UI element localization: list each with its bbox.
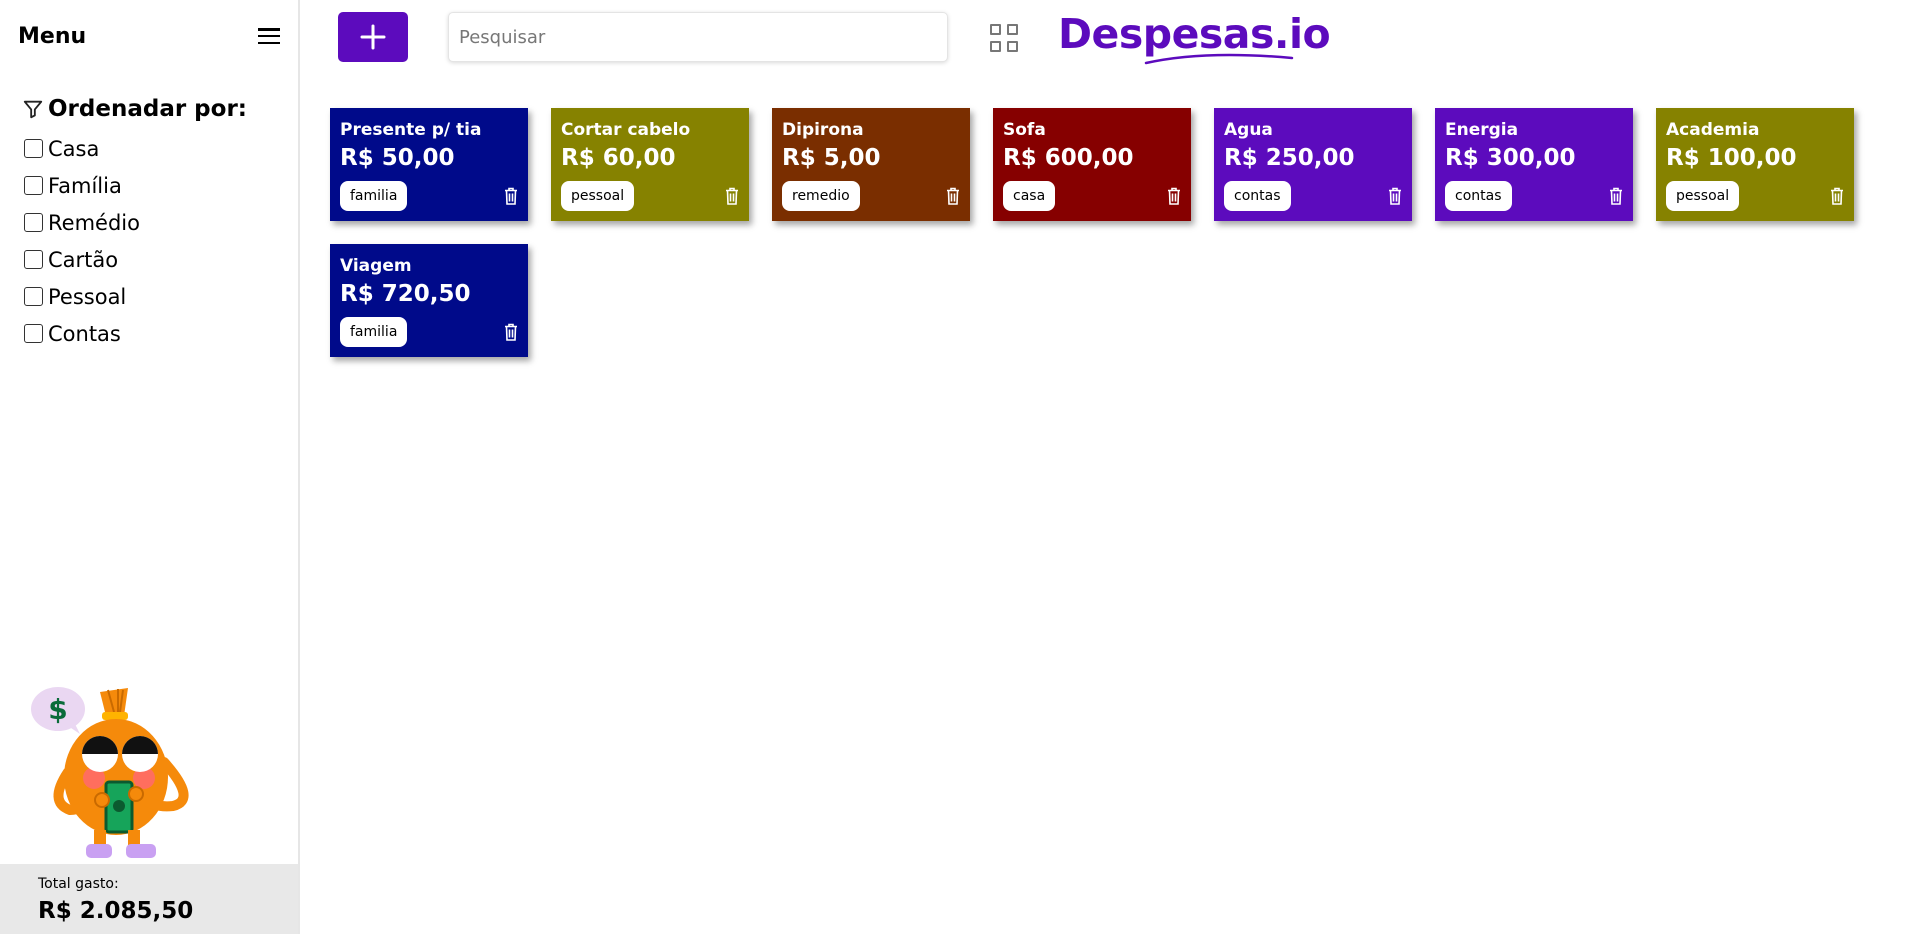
expense-card[interactable]: Academia R$ 100,00 pessoal xyxy=(1656,108,1854,221)
expense-card[interactable]: Viagem R$ 720,50 familia xyxy=(330,244,528,357)
expense-card-footer: pessoal xyxy=(1666,181,1844,211)
filter-list: Casa Família Remédio Cartão Pessoal Cont… xyxy=(24,130,140,352)
expense-amount: R$ 50,00 xyxy=(340,145,455,171)
expense-title: Dipirona xyxy=(782,120,864,140)
expense-title: Cortar cabelo xyxy=(561,120,691,140)
expense-amount: R$ 720,50 xyxy=(340,281,471,307)
trash-icon[interactable] xyxy=(1167,187,1181,205)
expense-card-footer: pessoal xyxy=(561,181,739,211)
filter-title-label: Ordenadar por: xyxy=(48,96,247,122)
expense-tag: contas xyxy=(1445,181,1512,211)
app: Menu Ordenadar por: Casa Família Remédio… xyxy=(0,0,1915,934)
checkbox[interactable] xyxy=(24,287,43,306)
total-spent-label: Total gasto: xyxy=(38,876,119,892)
grid-view-icon[interactable] xyxy=(990,24,1018,52)
trash-icon[interactable] xyxy=(946,187,960,205)
expense-amount: R$ 5,00 xyxy=(782,145,881,171)
search-input[interactable] xyxy=(448,12,948,62)
filter-option-pessoal[interactable]: Pessoal xyxy=(24,278,140,315)
hamburger-menu-icon[interactable] xyxy=(258,28,280,44)
expense-card[interactable]: Dipirona R$ 5,00 remedio xyxy=(772,108,970,221)
expense-amount: R$ 250,00 xyxy=(1224,145,1355,171)
expense-card-footer: casa xyxy=(1003,181,1181,211)
expense-card-footer: familia xyxy=(340,181,518,211)
filter-option-remedio[interactable]: Remédio xyxy=(24,204,140,241)
trash-icon[interactable] xyxy=(504,323,518,341)
filter-icon xyxy=(23,100,43,119)
expense-tag: remedio xyxy=(782,181,860,211)
expense-card[interactable]: Agua R$ 250,00 contas xyxy=(1214,108,1412,221)
filter-option-label: Família xyxy=(48,173,122,198)
expense-amount: R$ 300,00 xyxy=(1445,145,1576,171)
sidebar: Menu Ordenadar por: Casa Família Remédio… xyxy=(0,0,300,934)
expense-title: Energia xyxy=(1445,120,1519,140)
menu-title: Menu xyxy=(18,23,87,49)
trash-icon[interactable] xyxy=(504,187,518,205)
expense-tag: pessoal xyxy=(561,181,635,211)
expense-title: Presente p/ tia xyxy=(340,120,482,140)
checkbox[interactable] xyxy=(24,250,43,269)
expense-card[interactable]: Cortar cabelo R$ 60,00 pessoal xyxy=(551,108,749,221)
checkbox[interactable] xyxy=(24,176,43,195)
expense-card-footer: remedio xyxy=(782,181,960,211)
filter-option-label: Cartão xyxy=(48,247,119,272)
trash-icon[interactable] xyxy=(725,187,739,205)
expense-title: Sofa xyxy=(1003,120,1046,140)
filter-option-cartao[interactable]: Cartão xyxy=(24,241,140,278)
checkbox[interactable] xyxy=(24,139,43,158)
expense-amount: R$ 100,00 xyxy=(1666,145,1797,171)
checkbox[interactable] xyxy=(24,213,43,232)
trash-icon[interactable] xyxy=(1388,187,1402,205)
trash-icon[interactable] xyxy=(1830,187,1844,205)
expense-card-footer: contas xyxy=(1445,181,1623,211)
expense-tag: familia xyxy=(340,181,408,211)
filter-option-familia[interactable]: Família xyxy=(24,167,140,204)
checkbox[interactable] xyxy=(24,324,43,343)
expense-tag: casa xyxy=(1003,181,1056,211)
total-spent-box: Total gasto: R$ 2.085,50 xyxy=(0,864,298,934)
filter-option-label: Casa xyxy=(48,136,100,161)
expense-amount: R$ 60,00 xyxy=(561,145,676,171)
logo: Despesas.io xyxy=(1058,10,1331,70)
filter-title: Ordenadar por: xyxy=(22,96,247,122)
expense-card[interactable]: Presente p/ tia R$ 50,00 familia xyxy=(330,108,528,221)
expense-tag: familia xyxy=(340,317,408,347)
expense-tag: pessoal xyxy=(1666,181,1740,211)
money-bag-mascot-illustration: $ xyxy=(31,687,189,858)
filter-option-contas[interactable]: Contas xyxy=(24,315,140,352)
total-spent-value: R$ 2.085,50 xyxy=(38,898,194,924)
filter-option-label: Pessoal xyxy=(48,284,127,309)
expense-card[interactable]: Energia R$ 300,00 contas xyxy=(1435,108,1633,221)
expense-amount: R$ 600,00 xyxy=(1003,145,1134,171)
svg-text:$: $ xyxy=(48,693,67,726)
expense-card[interactable]: Sofa R$ 600,00 casa xyxy=(993,108,1191,221)
expense-title: Viagem xyxy=(340,256,412,276)
filter-option-casa[interactable]: Casa xyxy=(24,130,140,167)
add-expense-button[interactable] xyxy=(338,12,408,62)
menu-header: Menu xyxy=(18,22,280,50)
filter-option-label: Contas xyxy=(48,321,121,346)
expense-card-footer: familia xyxy=(340,317,518,347)
logo-text: Despesas.io xyxy=(1058,10,1331,58)
trash-icon[interactable] xyxy=(1609,187,1623,205)
expense-card-footer: contas xyxy=(1224,181,1402,211)
filter-option-label: Remédio xyxy=(48,210,140,235)
logo-underline-swoosh xyxy=(1144,53,1294,65)
expense-tag: contas xyxy=(1224,181,1291,211)
plus-icon xyxy=(360,24,386,50)
expense-title: Academia xyxy=(1666,120,1760,140)
expense-title: Agua xyxy=(1224,120,1273,140)
